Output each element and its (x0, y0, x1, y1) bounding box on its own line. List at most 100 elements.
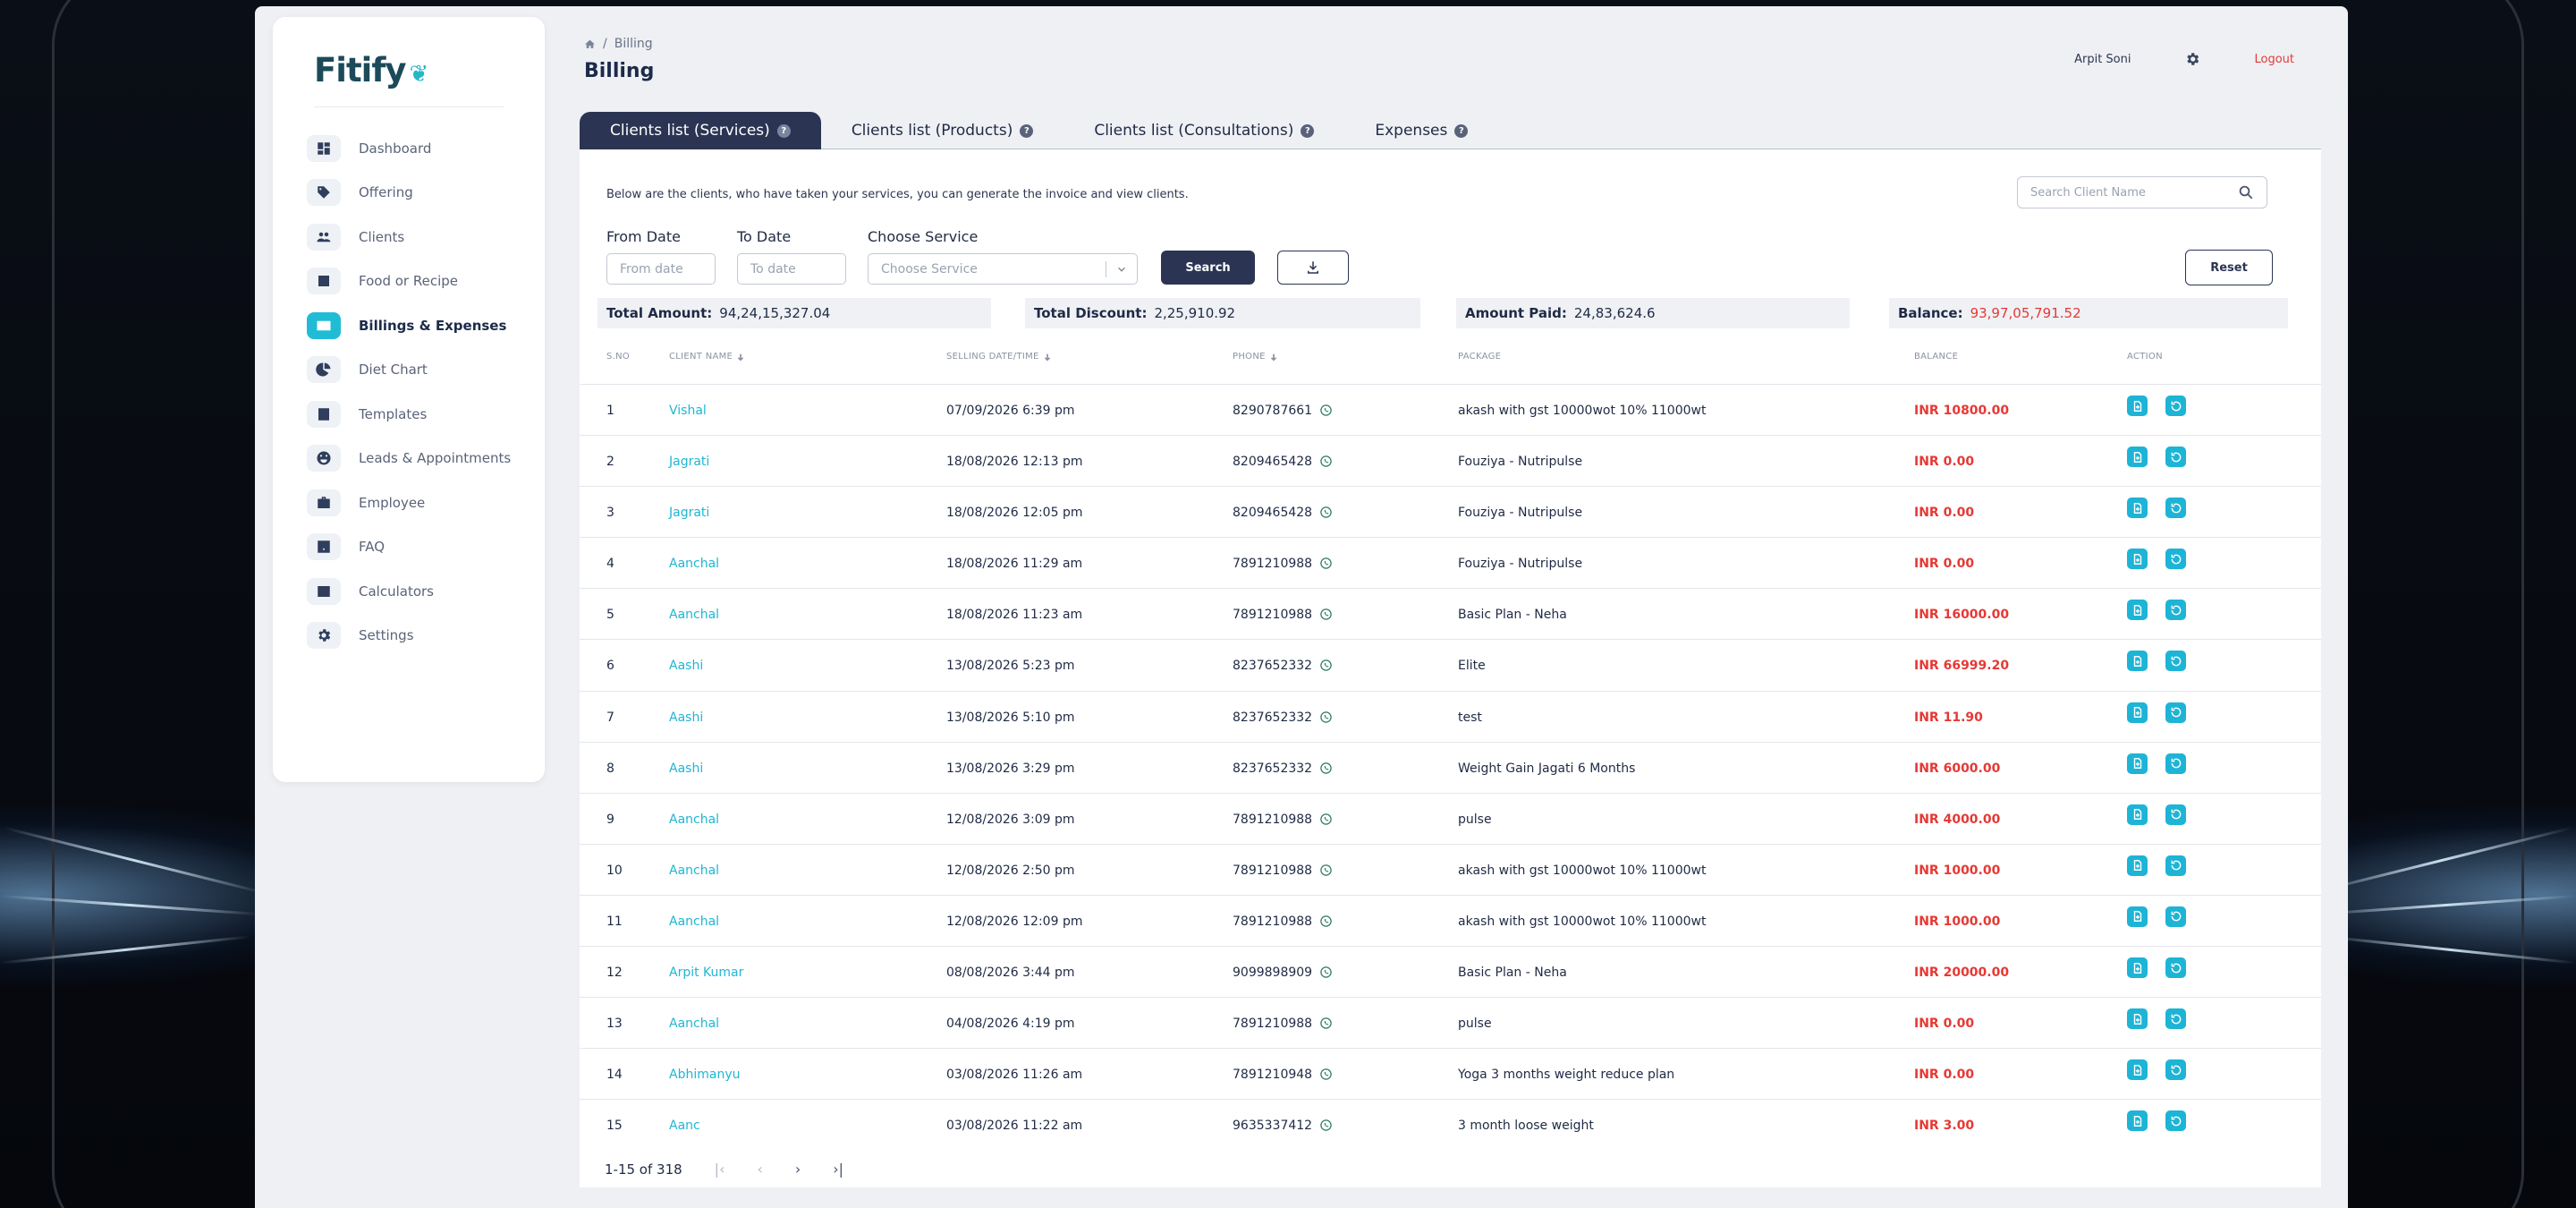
refresh-icon[interactable] (2165, 549, 2186, 570)
sidebar-item-clients[interactable]: Clients (307, 215, 530, 259)
add-invoice-icon[interactable] (2127, 1008, 2148, 1030)
refresh-icon[interactable] (2165, 855, 2186, 876)
refresh-icon[interactable] (2165, 906, 2186, 927)
tab-expenses[interactable]: Expenses? (1344, 112, 1498, 149)
client-name-link[interactable]: Aanchal (669, 915, 719, 929)
user-name[interactable]: Arpit Soni (2074, 53, 2131, 66)
add-invoice-icon[interactable] (2127, 753, 2148, 774)
client-name-link[interactable]: Aanchal (669, 608, 719, 622)
next-page-icon[interactable]: › (795, 1161, 801, 1178)
client-name-link[interactable]: Jagrati (669, 455, 709, 469)
sidebar-item-templates[interactable]: Templates (307, 392, 530, 437)
add-invoice-icon[interactable] (2127, 1059, 2148, 1081)
help-icon[interactable]: ? (1020, 123, 1034, 138)
sidebar-item-food-or-recipe[interactable]: Food or Recipe (307, 259, 530, 304)
add-invoice-icon[interactable] (2127, 855, 2148, 876)
logout-link[interactable]: Logout (2254, 53, 2294, 66)
add-invoice-icon[interactable] (2127, 906, 2148, 927)
whatsapp-icon[interactable] (1319, 455, 1333, 468)
client-name-link[interactable]: Vishal (669, 404, 707, 418)
whatsapp-icon[interactable] (1319, 404, 1333, 417)
refresh-icon[interactable] (2165, 1059, 2186, 1081)
search-icon[interactable] (2238, 184, 2254, 200)
help-icon[interactable]: ? (1454, 123, 1469, 138)
refresh-icon[interactable] (2165, 1110, 2186, 1132)
prev-page-icon[interactable]: ‹ (757, 1161, 762, 1178)
sidebar-item-settings[interactable]: Settings (307, 614, 530, 659)
client-name-link[interactable]: Arpit Kumar (669, 966, 743, 980)
refresh-icon[interactable] (2165, 804, 2186, 825)
add-invoice-icon[interactable] (2127, 957, 2148, 979)
sidebar-item-faq[interactable]: FAQ (307, 525, 530, 570)
client-name-link[interactable]: Aanchal (669, 557, 719, 571)
gear-icon[interactable] (2184, 51, 2200, 67)
client-name-link[interactable]: Aanchal (669, 812, 719, 827)
sidebar-item-leads-appointments[interactable]: Leads & Appointments (307, 437, 530, 481)
whatsapp-icon[interactable] (1319, 1068, 1333, 1081)
add-invoice-icon[interactable] (2127, 1110, 2148, 1132)
tab-clients-list-consultations[interactable]: Clients list (Consultations)? (1063, 112, 1344, 149)
add-invoice-icon[interactable] (2127, 804, 2148, 825)
reset-button[interactable]: Reset (2185, 250, 2273, 285)
help-icon[interactable]: ? (776, 123, 791, 138)
app-logo[interactable]: Fitify ❦ (314, 51, 428, 89)
whatsapp-icon[interactable] (1319, 915, 1333, 928)
client-name-link[interactable]: Aanc (669, 1119, 700, 1133)
to-date-input[interactable]: To date (737, 253, 846, 285)
sidebar-item-calculators[interactable]: Calculators (307, 569, 530, 614)
add-invoice-icon[interactable] (2127, 651, 2148, 672)
add-invoice-icon[interactable] (2127, 498, 2148, 519)
add-invoice-icon[interactable] (2127, 447, 2148, 468)
client-name-link[interactable]: Abhimanyu (669, 1068, 740, 1082)
sidebar-item-dashboard[interactable]: Dashboard (307, 126, 530, 171)
refresh-icon[interactable] (2165, 957, 2186, 979)
client-name-link[interactable]: Aashi (669, 761, 703, 776)
column-header[interactable]: PHONE (1233, 352, 1278, 362)
add-invoice-icon[interactable] (2127, 600, 2148, 621)
refresh-icon[interactable] (2165, 651, 2186, 672)
whatsapp-icon[interactable] (1319, 863, 1333, 877)
refresh-icon[interactable] (2165, 600, 2186, 621)
first-page-icon[interactable]: |‹ (715, 1161, 725, 1178)
home-icon[interactable] (584, 38, 596, 50)
tab-clients-list-services[interactable]: Clients list (Services)? (580, 112, 821, 149)
add-invoice-icon[interactable] (2127, 396, 2148, 416)
download-button[interactable] (1277, 251, 1349, 285)
column-header[interactable]: CLIENT NAME (669, 352, 745, 362)
add-invoice-icon[interactable] (2127, 549, 2148, 570)
whatsapp-icon[interactable] (1319, 761, 1333, 775)
search-button[interactable]: Search (1161, 251, 1255, 285)
sidebar-item-employee[interactable]: Employee (307, 481, 530, 525)
client-search-input[interactable]: Search Client Name (2017, 176, 2267, 208)
whatsapp-icon[interactable] (1319, 1017, 1333, 1030)
refresh-icon[interactable] (2165, 753, 2186, 774)
whatsapp-icon[interactable] (1319, 1119, 1333, 1132)
whatsapp-icon[interactable] (1319, 659, 1333, 672)
column-header[interactable]: SELLING DATE/TIME (946, 352, 1052, 362)
client-name-link[interactable]: Aanchal (669, 1017, 719, 1031)
whatsapp-icon[interactable] (1319, 966, 1333, 979)
refresh-icon[interactable] (2165, 1008, 2186, 1030)
last-page-icon[interactable]: ›| (833, 1161, 843, 1178)
from-date-input[interactable]: From date (606, 253, 716, 285)
client-name-link[interactable]: Jagrati (669, 506, 709, 520)
service-select[interactable]: Choose Service (868, 253, 1138, 285)
client-name-link[interactable]: Aanchal (669, 863, 719, 878)
whatsapp-icon[interactable] (1319, 608, 1333, 621)
refresh-icon[interactable] (2165, 498, 2186, 519)
refresh-icon[interactable] (2165, 396, 2186, 416)
refresh-icon[interactable] (2165, 447, 2186, 468)
whatsapp-icon[interactable] (1319, 506, 1333, 519)
help-icon[interactable]: ? (1301, 123, 1315, 138)
add-invoice-icon[interactable] (2127, 702, 2148, 723)
client-name-link[interactable]: Aashi (669, 710, 703, 725)
refresh-icon[interactable] (2165, 702, 2186, 723)
sidebar-item-diet-chart[interactable]: Diet Chart (307, 348, 530, 393)
client-name-link[interactable]: Aashi (669, 659, 703, 673)
sidebar-item-offering[interactable]: Offering (307, 171, 530, 216)
whatsapp-icon[interactable] (1319, 812, 1333, 826)
whatsapp-icon[interactable] (1319, 710, 1333, 724)
sidebar-item-billings-expenses[interactable]: Billings & Expenses (307, 303, 530, 348)
whatsapp-icon[interactable] (1319, 557, 1333, 570)
tab-clients-list-products[interactable]: Clients list (Products)? (821, 112, 1064, 149)
